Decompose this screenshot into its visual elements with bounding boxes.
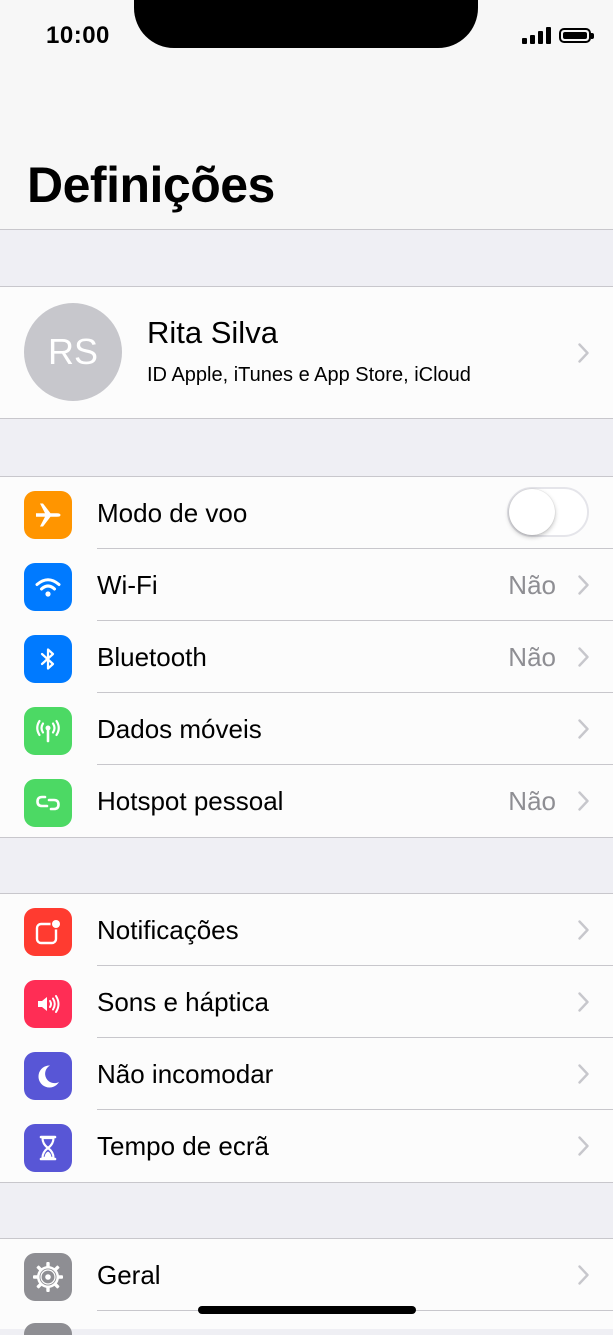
apple-id-profile-row[interactable]: RS Rita Silva ID Apple, iTunes e App Sto… — [0, 286, 613, 419]
row-mobile-data[interactable]: Dados móveis — [0, 693, 613, 765]
notifications-group: Notificações Sons e háptica Não incomoda… — [0, 893, 613, 1183]
wifi-status: Não — [508, 570, 556, 600]
notifications-icon — [24, 908, 72, 956]
gear-icon — [24, 1253, 72, 1301]
chevron-right-icon — [578, 791, 589, 811]
screen-time-label: Tempo de ecrã — [97, 1131, 269, 1161]
chevron-right-icon — [578, 343, 589, 363]
hourglass-icon — [24, 1124, 72, 1172]
hotspot-icon — [24, 779, 72, 827]
status-icons — [522, 27, 594, 44]
wifi-icon — [24, 563, 72, 611]
chevron-right-icon — [578, 992, 589, 1012]
avatar: RS — [24, 303, 122, 401]
row-do-not-disturb[interactable]: Não incomodar — [0, 1038, 613, 1110]
sounds-label: Sons e háptica — [97, 987, 270, 1017]
next-row-icon-partial — [24, 1323, 72, 1335]
status-bar: 10:00 — [0, 0, 613, 80]
row-general[interactable]: Geral — [0, 1239, 613, 1311]
profile-name: Rita Silva — [147, 315, 278, 350]
airplane-mode-label: Modo de voo — [97, 498, 248, 528]
row-wifi[interactable]: Wi-Fi Não — [0, 549, 613, 621]
bluetooth-label: Bluetooth — [97, 642, 207, 672]
chevron-right-icon — [578, 920, 589, 940]
chevron-right-icon — [578, 1265, 589, 1285]
chevron-right-icon — [578, 647, 589, 667]
hotspot-status: Não — [508, 786, 556, 816]
chevron-right-icon — [578, 575, 589, 595]
general-group: Geral — [0, 1238, 613, 1335]
hotspot-label: Hotspot pessoal — [97, 786, 284, 816]
row-bluetooth[interactable]: Bluetooth Não — [0, 621, 613, 693]
speaker-icon — [24, 980, 72, 1028]
airplane-icon — [24, 491, 72, 539]
airplane-mode-toggle[interactable] — [507, 487, 589, 537]
connectivity-group: Modo de voo Wi-Fi Não Bluetooth Não Dado… — [0, 476, 613, 838]
row-notifications[interactable]: Notificações — [0, 894, 613, 966]
notch — [134, 0, 478, 48]
chevron-right-icon — [578, 1064, 589, 1084]
row-sounds-haptics[interactable]: Sons e háptica — [0, 966, 613, 1038]
status-time: 10:00 — [46, 22, 110, 49]
page-title: Definições — [27, 157, 275, 213]
bluetooth-status: Não — [508, 642, 556, 672]
chevron-right-icon — [578, 1136, 589, 1156]
profile-subtitle: ID Apple, iTunes e App Store, iCloud — [147, 364, 471, 386]
row-screen-time[interactable]: Tempo de ecrã — [0, 1110, 613, 1182]
battery-icon — [559, 28, 594, 43]
bluetooth-icon — [24, 635, 72, 683]
general-label: Geral — [97, 1260, 161, 1290]
chevron-right-icon — [578, 719, 589, 739]
cellular-signal-icon — [522, 27, 551, 44]
notifications-label: Notificações — [97, 915, 239, 945]
row-personal-hotspot[interactable]: Hotspot pessoal Não — [0, 765, 613, 837]
dnd-label: Não incomodar — [97, 1059, 274, 1089]
moon-icon — [24, 1052, 72, 1100]
antenna-icon — [24, 707, 72, 755]
home-indicator[interactable] — [198, 1306, 416, 1314]
wifi-label: Wi-Fi — [97, 570, 158, 600]
row-airplane-mode: Modo de voo — [0, 477, 613, 549]
mobile-data-label: Dados móveis — [97, 714, 262, 744]
large-title-header: Definições — [0, 80, 613, 230]
